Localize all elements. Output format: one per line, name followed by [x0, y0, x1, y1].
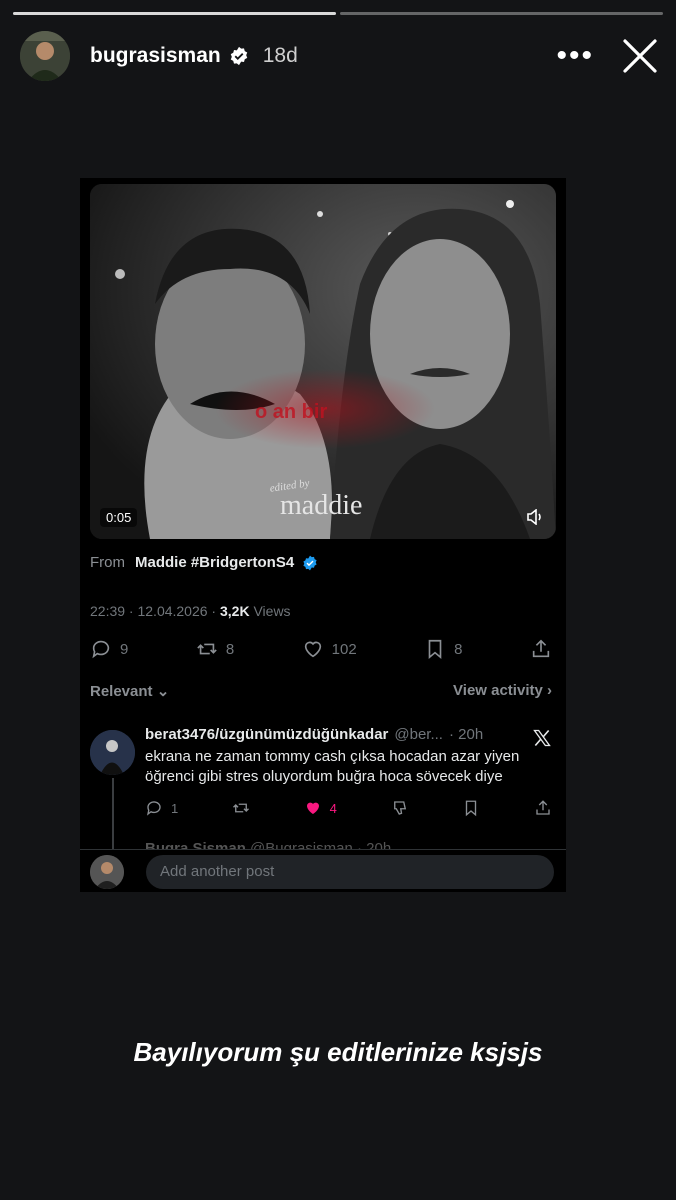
replies-sort-row: Relevant ⌄ View activity › [90, 682, 552, 700]
x-logo-icon [533, 729, 551, 747]
thumbs-down-icon [393, 801, 406, 815]
bookmark-icon [466, 800, 477, 817]
share-button[interactable] [530, 638, 552, 660]
avatar [90, 854, 124, 889]
close-icon[interactable] [622, 38, 658, 74]
views-count: 3,2K [220, 603, 250, 619]
story-time-ago: 18d [262, 44, 298, 67]
sort-label: Relevant [90, 683, 153, 700]
reply-share-button[interactable] [534, 799, 552, 817]
tweet-actions: 9 8 102 8 [90, 636, 552, 662]
volume-icon[interactable] [526, 509, 544, 525]
video-duration: 0:05 [100, 508, 138, 527]
avatar[interactable] [90, 730, 135, 775]
reply-bookmark-button[interactable] [462, 799, 480, 817]
chevron-down-icon: ⌄ [156, 683, 170, 700]
username[interactable]: bugrasisman [90, 44, 221, 68]
reply-body: berat3476/üzgünümüzdüğünkadar @ber... · … [145, 726, 552, 817]
story-progress-bar [13, 12, 663, 15]
reply-username[interactable]: berat3476/üzgünümüzdüğünkadar [145, 726, 388, 743]
chevron-right-icon: › [547, 682, 552, 699]
video-player[interactable]: o an bir edited by maddie 0:05 [90, 184, 556, 539]
reply-icon [92, 640, 110, 659]
heart-icon [304, 641, 321, 658]
retweet-button[interactable]: 8 [196, 638, 234, 660]
watermark-name: maddie [280, 490, 362, 521]
reply-handle: @ber... [394, 726, 443, 743]
view-activity-label: View activity [453, 682, 543, 699]
share-icon [532, 639, 550, 658]
reply-header: berat3476/üzgünümüzdüğünkadar @ber... · … [145, 726, 552, 743]
reply-text: ekrana ne zaman tommy cash çıksa hocadan… [145, 748, 520, 785]
reply-reply-button[interactable]: 1 [145, 799, 178, 817]
progress-segment [340, 12, 663, 15]
reply-retweet-button[interactable] [232, 799, 250, 817]
reply-count: 9 [120, 640, 129, 658]
reply-like-button[interactable]: 4 [304, 799, 337, 817]
bookmark-count: 8 [454, 640, 463, 658]
reply-icon [146, 801, 161, 816]
tweet-meta: 22:39 · 12.04.2026 · 3,2K Views [90, 603, 291, 619]
video-overlay-text: o an bir [255, 401, 327, 423]
compose-bar: Add another post [80, 849, 566, 892]
tweet-screenshot: o an bir edited by maddie 0:05 From Madd… [80, 178, 566, 892]
verified-badge-icon [303, 555, 317, 570]
reply-reply-count: 1 [171, 800, 179, 816]
like-count: 102 [331, 640, 357, 658]
view-activity-link[interactable]: View activity › [453, 682, 552, 700]
dislike-button[interactable] [391, 799, 409, 817]
retweet-count: 8 [225, 640, 235, 658]
reply-like-count: 4 [329, 800, 337, 816]
progress-segment [13, 12, 336, 15]
video-frame-image: o an bir edited by maddie [90, 184, 556, 539]
from-attribution: From Maddie #BridgertonS4 [90, 554, 318, 571]
tweet-timestamp: 22:39 · 12.04.2026 · [90, 603, 217, 619]
story-caption: Bayılıyorum şu editlerinize ksjsjs [133, 1037, 543, 1067]
reply-button[interactable]: 9 [90, 638, 128, 660]
add-post-input[interactable]: Add another post [146, 854, 554, 889]
retweet-icon [197, 643, 217, 655]
sort-dropdown[interactable]: Relevant ⌄ [90, 682, 169, 700]
views-label: Views [253, 603, 291, 619]
reply-post[interactable]: berat3476/üzgünümüzdüğünkadar @ber... · … [90, 726, 552, 886]
more-options-button[interactable]: ••• [556, 41, 594, 71]
bookmark-icon [428, 639, 442, 660]
heart-filled-icon [306, 802, 319, 814]
retweet-icon [232, 803, 249, 813]
like-button[interactable]: 102 [302, 638, 357, 660]
reply-actions: 1 4 [145, 799, 552, 817]
verified-badge-icon [230, 46, 247, 66]
story-header: bugrasisman 18d ••• [20, 28, 658, 84]
from-account-link[interactable]: Maddie #BridgertonS4 [135, 554, 294, 571]
bookmark-button[interactable]: 8 [424, 638, 463, 660]
from-label: From [90, 554, 125, 571]
share-icon [536, 800, 550, 815]
reply-time: · 20h [448, 726, 484, 743]
avatar[interactable] [20, 31, 70, 81]
